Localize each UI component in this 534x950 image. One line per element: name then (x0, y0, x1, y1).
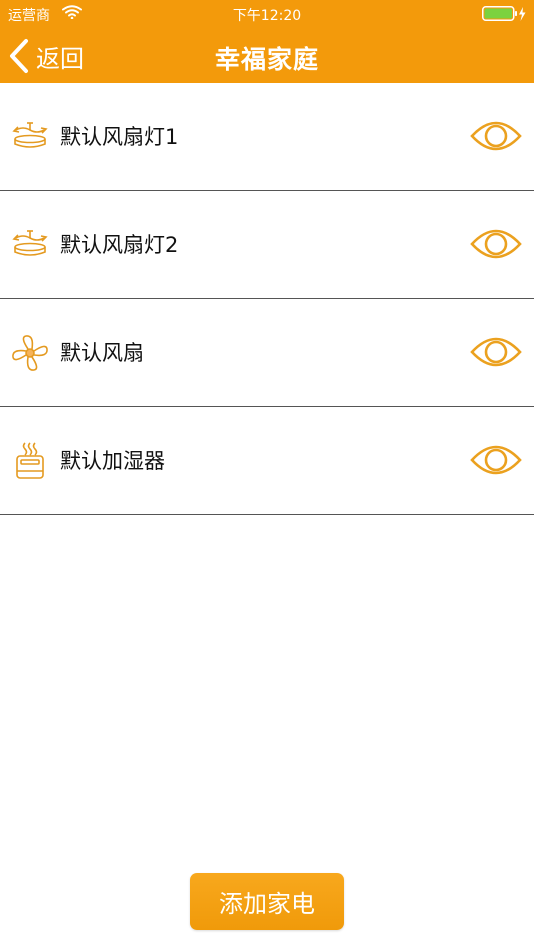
nav-bar: 返回 幸福家庭 (0, 28, 534, 83)
device-row[interactable]: 默认风扇灯2 (0, 191, 534, 299)
header-bar: 运营商 下午12:20 返回 幸福家庭 (0, 0, 534, 83)
device-row[interactable]: 默认风扇 (0, 299, 534, 407)
page-title: 幸福家庭 (214, 45, 319, 74)
eye-icon[interactable] (470, 332, 522, 372)
device-name: 默认风扇灯2 (60, 233, 179, 257)
fan-icon (12, 335, 48, 371)
device-name: 默认加湿器 (60, 449, 165, 473)
device-name: 默认风扇 (60, 341, 144, 365)
eye-icon[interactable] (470, 224, 522, 264)
fan-light-icon (12, 122, 48, 148)
device-list: 默认风扇灯1 默认风扇灯2 默认风扇 默认加湿器 (0, 83, 534, 515)
eye-icon[interactable] (470, 440, 522, 480)
status-bar: 运营商 下午12:20 (0, 0, 534, 28)
eye-icon[interactable] (470, 116, 522, 156)
device-row[interactable]: 默认加湿器 (0, 407, 534, 515)
device-row[interactable]: 默认风扇灯1 (0, 83, 534, 191)
add-appliance-button[interactable]: 添加家电 (190, 873, 344, 930)
fan-light-icon (12, 230, 48, 256)
battery-icon (482, 6, 526, 21)
device-name: 默认风扇灯1 (60, 125, 179, 149)
status-time: 下午12:20 (232, 8, 302, 24)
humidifier-icon (16, 442, 44, 479)
